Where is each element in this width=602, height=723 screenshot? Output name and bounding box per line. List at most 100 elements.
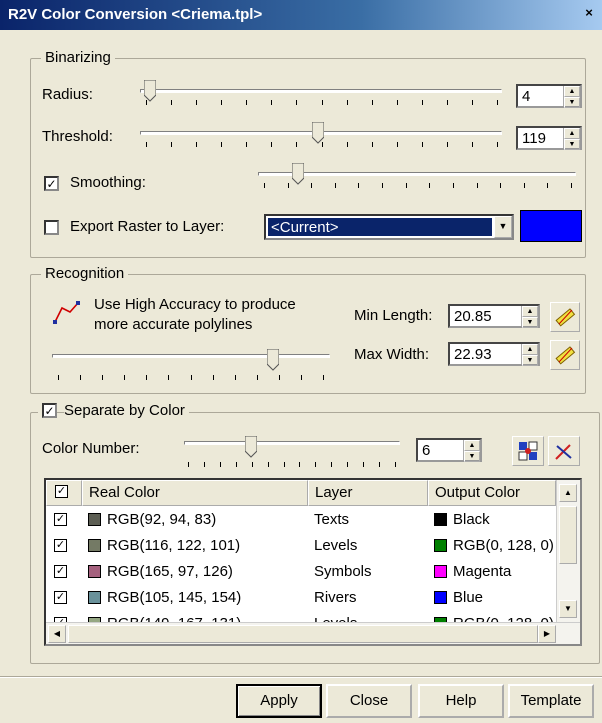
close-button[interactable]: Close [326,684,412,718]
slider-tick [477,183,478,188]
spin-down-icon[interactable]: ▼ [464,451,480,462]
output-color-swatch[interactable] [434,512,447,526]
spin-up-icon[interactable]: ▲ [522,344,538,355]
slider-tick [406,183,407,188]
template-button[interactable]: Template [508,684,594,718]
spin-up-icon[interactable]: ▲ [564,128,580,139]
slider-tick [124,375,125,380]
column-header-layer[interactable]: Layer [308,480,428,506]
slider-tick [191,375,192,380]
color-number-slider-track[interactable] [184,441,400,445]
row-checkbox[interactable]: ✓ [54,564,67,578]
slider-tick [252,462,253,467]
color-grid-icon [518,441,538,461]
output-color-swatch[interactable] [434,564,447,578]
smoothing-slider-thumb[interactable] [292,163,304,185]
apply-button[interactable]: Apply [236,684,322,718]
accuracy-slider-thumb[interactable] [267,349,279,371]
close-icon[interactable]: × [582,6,596,20]
max-width-label: Max Width: [354,346,430,363]
column-header-check[interactable]: ✓ [46,480,82,506]
slider-tick [196,100,197,105]
title-bar: R2V Color Conversion <Criema.tpl> [0,0,602,30]
layer-cell[interactable]: Rivers [308,589,428,606]
layer-color-swatch[interactable] [520,210,582,242]
column-header-output-color[interactable]: Output Color [428,480,556,506]
threshold-value[interactable]: 119 [518,128,563,148]
help-button[interactable]: Help [418,684,504,718]
scroll-down-icon[interactable]: ▼ [559,600,577,618]
vertical-scrollbar[interactable]: ▲ ▼ [556,480,580,622]
slider-tick [323,375,324,380]
max-width-spinner[interactable]: 22.93 ▲ ▼ [448,342,540,366]
row-checkbox[interactable]: ✓ [54,512,67,526]
table-row[interactable]: ✓ RGB(92, 94, 83) Texts Black [46,506,556,532]
spin-down-icon[interactable]: ▼ [564,139,580,150]
spin-down-icon[interactable]: ▼ [522,317,538,328]
horizontal-scrollbar[interactable]: ◀ ▶ [46,622,580,644]
color-number-slider-thumb[interactable] [245,436,257,458]
slider-tick [288,183,289,188]
min-length-value[interactable]: 20.85 [450,306,521,326]
slider-tick [397,142,398,147]
smoothing-slider-track[interactable] [258,172,576,176]
radius-slider-thumb[interactable] [144,80,156,102]
accuracy-slider-track[interactable] [52,354,330,358]
real-color-swatch [88,538,101,552]
slider-tick [271,100,272,105]
spin-up-icon[interactable]: ▲ [522,306,538,317]
radius-spinner[interactable]: 4 ▲ ▼ [516,84,582,108]
color-number-value[interactable]: 6 [418,440,463,460]
max-width-value[interactable]: 22.93 [450,344,521,364]
real-color-text: RGB(116, 122, 101) [107,536,241,554]
table-row[interactable]: ✓ RGB(116, 122, 101) Levels RGB(0, 128, 0) [46,532,556,558]
separate-by-color-header: ✓ Separate by Color [38,401,189,423]
measure-min-length-button[interactable] [550,302,580,332]
output-color-swatch[interactable] [434,538,447,552]
layer-cell[interactable]: Levels [308,537,428,554]
color-list[interactable]: ✓ Real Color Layer Output Color ✓ RGB(92,… [44,478,582,646]
radius-slider-track[interactable] [140,89,502,93]
slider-tick [472,100,473,105]
real-color-text: RGB(92, 94, 83) [107,510,217,528]
measure-max-width-button[interactable] [550,340,580,370]
spin-down-icon[interactable]: ▼ [522,355,538,366]
chevron-down-icon[interactable]: ▼ [494,216,512,238]
layer-combo[interactable]: <Current> ▼ [264,214,514,240]
real-color-swatch [88,590,101,604]
slider-tick [246,142,247,147]
scroll-right-icon[interactable]: ▶ [538,625,556,643]
layer-cell[interactable]: Texts [308,511,428,528]
threshold-label: Threshold: [42,128,113,145]
output-color-swatch[interactable] [434,590,447,604]
slider-tick [497,142,498,147]
spin-down-icon[interactable]: ▼ [564,97,580,108]
h-scroll-thumb[interactable] [68,625,538,643]
ruler-icon [555,346,576,365]
table-row[interactable]: ✓ RGB(105, 145, 154) Rivers Blue [46,584,556,610]
separate-by-color-checkbox[interactable]: ✓ [42,403,57,418]
color-number-spinner[interactable]: 6 ▲ ▼ [416,438,482,462]
row-checkbox[interactable]: ✓ [54,538,67,552]
smoothing-checkbox[interactable]: ✓ [44,176,59,191]
layer-combo-value[interactable]: <Current> [268,218,492,236]
row-checkbox[interactable]: ✓ [54,590,67,604]
spin-up-icon[interactable]: ▲ [464,440,480,451]
radius-value[interactable]: 4 [518,86,563,106]
check-all-checkbox[interactable]: ✓ [55,485,68,498]
table-row[interactable]: ✓ RGB(165, 97, 126) Symbols Magenta [46,558,556,584]
scroll-thumb[interactable] [559,506,577,564]
min-length-spinner[interactable]: 20.85 ▲ ▼ [448,304,540,328]
slider-tick [168,375,169,380]
pick-color-button[interactable] [512,436,544,466]
threshold-spinner[interactable]: 119 ▲ ▼ [516,126,582,150]
scroll-up-icon[interactable]: ▲ [559,484,577,502]
remove-color-button[interactable] [548,436,580,466]
scroll-left-icon[interactable]: ◀ [48,625,66,643]
column-header-real-color[interactable]: Real Color [82,480,308,506]
export-raster-checkbox[interactable] [44,220,59,235]
real-color-text: RGB(165, 97, 126) [107,562,233,580]
layer-cell[interactable]: Symbols [308,563,428,580]
threshold-slider-thumb[interactable] [312,122,324,144]
spin-up-icon[interactable]: ▲ [564,86,580,97]
